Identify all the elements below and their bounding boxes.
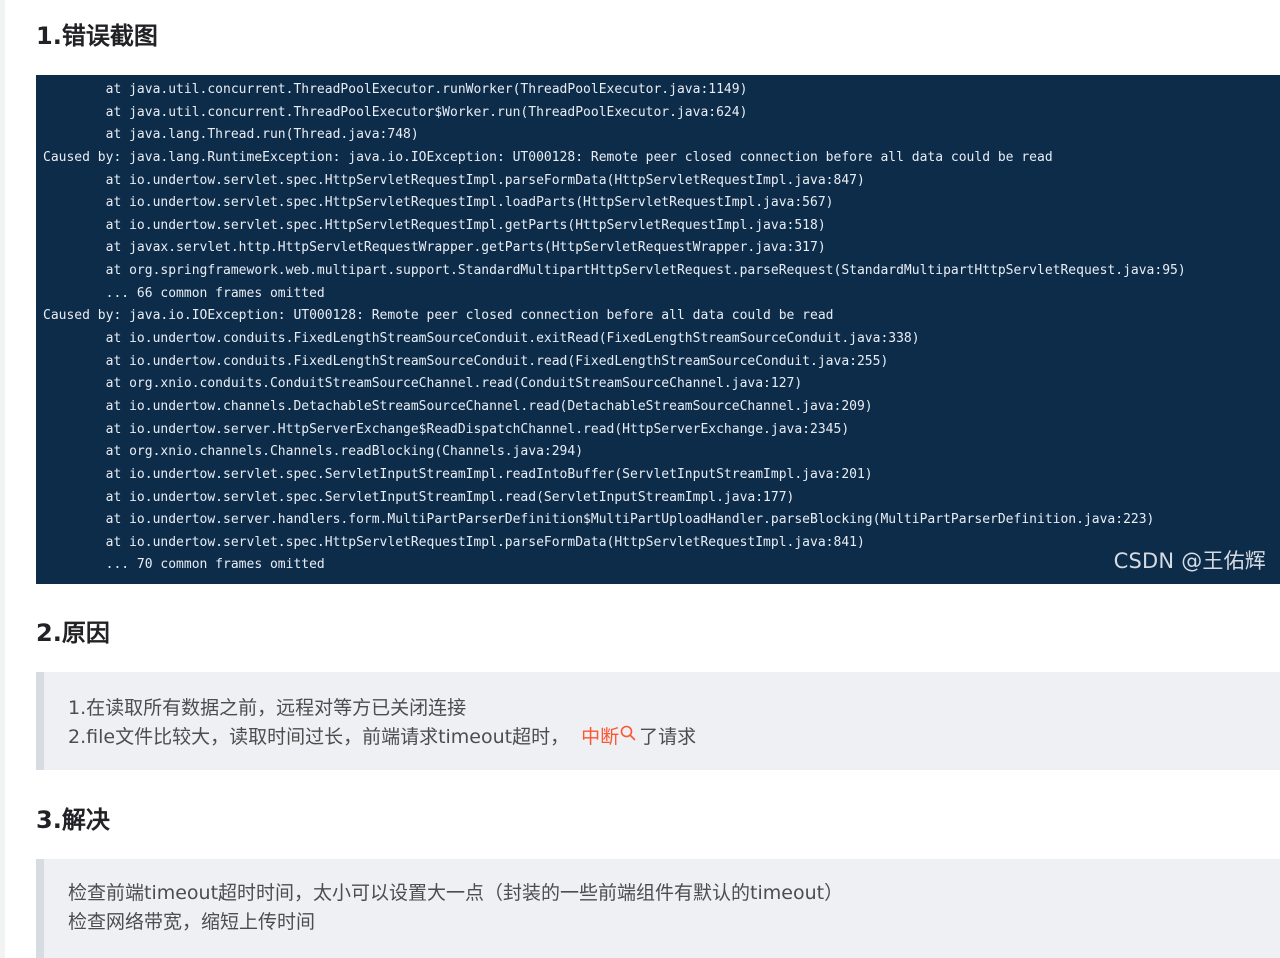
cause-line-2-suffix: 了请求 (639, 725, 697, 748)
stack-trace-line: at java.lang.Thread.run(Thread.java:748) (43, 127, 419, 143)
stack-trace-line: at io.undertow.server.HttpServerExchange… (43, 421, 850, 437)
stack-trace-line: at io.undertow.channels.DetachableStream… (43, 398, 873, 414)
stack-trace-line: at java.util.concurrent.ThreadPoolExecut… (43, 104, 748, 120)
heading-error-screenshot: 1.错误截图 (36, 22, 158, 50)
csdn-watermark: CSDN @王佑辉 (1113, 549, 1266, 573)
stack-trace-line: at io.undertow.servlet.spec.HttpServletR… (43, 195, 834, 211)
stack-trace-line: at io.undertow.servlet.spec.ServletInput… (43, 466, 873, 482)
interrupt-link-text: 中断 (581, 725, 620, 748)
stack-trace-line: at java.util.concurrent.ThreadPoolExecut… (43, 82, 748, 97)
cause-blockquote: 1.在读取所有数据之前，远程对等方已关闭连接 2.file文件比较大，读取时间过… (36, 672, 1280, 770)
stack-trace-line: at io.undertow.servlet.spec.HttpServletR… (43, 534, 865, 550)
stack-trace-line: ... 66 common frames omitted (43, 285, 325, 301)
solution-line-1: 检查前端timeout超时时间，太小可以设置大一点（封装的一些前端组件有默认的t… (68, 882, 844, 904)
stack-trace-line: at io.undertow.conduits.FixedLengthStrea… (43, 331, 920, 347)
stack-trace-line: Caused by: java.lang.RuntimeException: j… (43, 149, 1053, 165)
stack-trace-line: at org.xnio.channels.Channels.readBlocki… (43, 444, 584, 460)
cause-line-2-text: 2.file文件比较大，读取时间过长，前端请求timeout超时， (68, 725, 570, 748)
solution-line-2: 检查网络带宽，缩短上传时间 (68, 910, 316, 933)
cause-line-2: 2.file文件比较大，读取时间过长，前端请求timeout超时， 中断 了请求 (68, 723, 1280, 752)
left-border (0, 0, 5, 958)
stack-trace-line: at io.undertow.servlet.spec.ServletInput… (43, 489, 795, 505)
stack-trace-line: ... 70 common frames omitted (43, 557, 325, 573)
heading-cause: 2.原因 (36, 619, 110, 647)
stack-trace-line: at io.undertow.servlet.spec.HttpServletR… (43, 172, 865, 188)
stack-trace-line: at io.undertow.servlet.spec.HttpServletR… (43, 217, 826, 233)
interrupt-search-link[interactable]: 中断 (581, 725, 639, 748)
heading-solution: 3.解决 (36, 806, 110, 834)
stack-trace-line: at org.xnio.conduits.ConduitStreamSource… (43, 376, 803, 392)
stack-trace-lines: at java.util.concurrent.ThreadPoolExecut… (36, 79, 1186, 577)
solution-blockquote: 检查前端timeout超时时间，太小可以设置大一点（封装的一些前端组件有默认的t… (36, 859, 1280, 958)
stack-trace-code-block: at java.util.concurrent.ThreadPoolExecut… (36, 75, 1280, 584)
stack-trace-line: at org.springframework.web.multipart.sup… (43, 263, 1186, 279)
stack-trace-line: at javax.servlet.http.HttpServletRequest… (43, 240, 826, 256)
cause-line-1: 1.在读取所有数据之前，远程对等方已关闭连接 (68, 697, 467, 719)
search-icon (620, 725, 636, 740)
stack-trace-line: at io.undertow.conduits.FixedLengthStrea… (43, 353, 889, 369)
stack-trace-line: Caused by: java.io.IOException: UT000128… (43, 308, 834, 324)
stack-trace-line: at io.undertow.server.handlers.form.Mult… (43, 512, 1155, 528)
